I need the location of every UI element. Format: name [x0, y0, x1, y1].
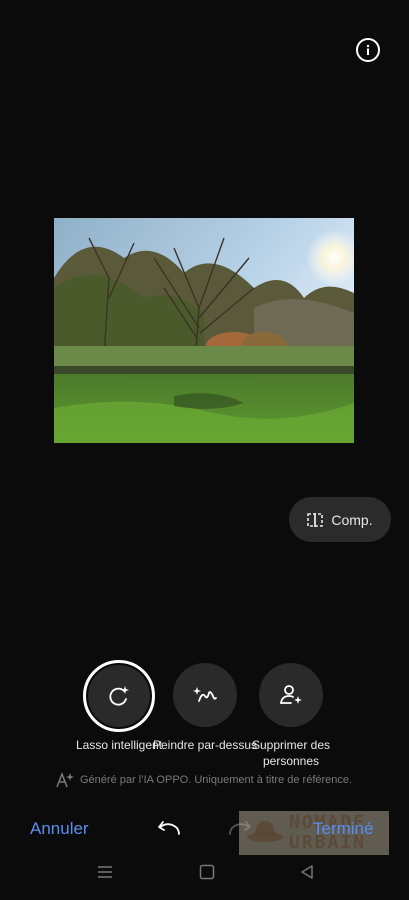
tool-paint-over-circle[interactable] [173, 663, 237, 727]
tool-smart-lasso-circle[interactable] [83, 660, 155, 732]
undo-button[interactable] [157, 818, 181, 843]
ai-disclaimer: Généré par l’IA OPPO. Uniquement à titre… [56, 770, 386, 790]
info-button[interactable] [356, 38, 380, 62]
smart-lasso-icon [109, 686, 129, 706]
ai-disclaimer-text: Généré par l’IA OPPO. Uniquement à titre… [80, 774, 353, 786]
hat-icon [247, 821, 283, 842]
paint-over-icon [193, 687, 217, 702]
remove-people-icon [280, 685, 302, 704]
ai-generated-icon [56, 772, 74, 788]
nav-back-button[interactable] [299, 864, 315, 885]
tool-remove-people[interactable] [259, 663, 323, 727]
photo-image [54, 218, 354, 443]
tool-paint-over[interactable] [173, 663, 237, 727]
compare-icon [307, 512, 324, 527]
undo-icon [158, 821, 180, 835]
info-icon [366, 44, 370, 55]
compare-label: Comp. [331, 511, 373, 528]
nav-home-button[interactable] [199, 864, 215, 885]
tool-remove-people-circle[interactable] [259, 663, 323, 727]
cancel-button[interactable]: Annuler [30, 819, 89, 839]
back-triangle-icon [301, 865, 313, 879]
nav-recents-button[interactable] [97, 864, 113, 885]
tool-remove-people-label: Supprimer des personnes [251, 738, 331, 768]
tool-smart-lasso[interactable] [83, 660, 155, 732]
compare-button[interactable]: Comp. [289, 497, 391, 542]
done-button[interactable]: Terminé [313, 819, 373, 839]
edited-photo[interactable] [54, 218, 354, 443]
home-square-icon [199, 864, 215, 880]
menu-icon [98, 866, 112, 878]
